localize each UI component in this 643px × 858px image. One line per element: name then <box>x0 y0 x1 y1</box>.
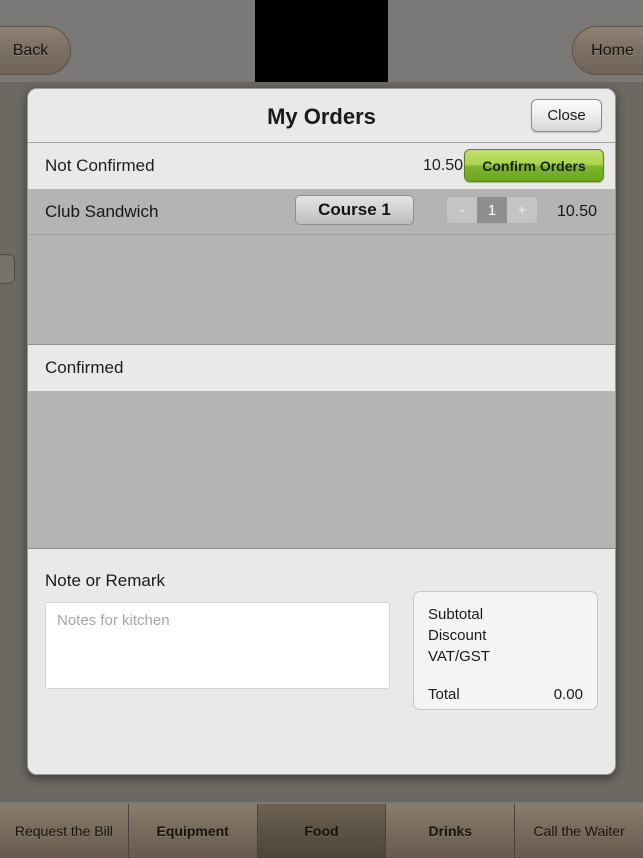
note-section-title: Note or Remark <box>45 571 165 590</box>
table-row[interactable]: Club Sandwich Course 1 - 1 + 10.50 <box>28 190 615 235</box>
not-confirmed-header: Not Confirmed 10.50 Confirm Orders <box>28 143 615 190</box>
minus-icon: - <box>459 201 465 219</box>
app-screen: Back Home My Orders Close Not Confirmed … <box>0 0 643 858</box>
discount-label: Discount <box>428 627 487 644</box>
black-display-panel <box>255 0 388 82</box>
quantity-value: 1 <box>477 197 507 223</box>
close-button[interactable]: Close <box>531 99 602 132</box>
note-input[interactable] <box>45 602 390 689</box>
background-partial-button <box>0 254 15 284</box>
confirm-orders-button[interactable]: Confirm Orders <box>464 149 604 182</box>
totals-row-subtotal: Subtotal <box>428 604 583 625</box>
totals-row-discount: Discount <box>428 625 583 646</box>
confirm-orders-label: Confirm Orders <box>482 157 586 174</box>
page-title: My Orders <box>267 104 376 129</box>
dialog-header: My Orders Close <box>28 89 615 143</box>
total-label: Total <box>428 686 460 703</box>
quantity-decrement-button[interactable]: - <box>447 197 477 223</box>
tab-food[interactable]: Food <box>257 804 387 858</box>
not-confirmed-order-list[interactable]: Club Sandwich Course 1 - 1 + 10.50 <box>28 190 615 345</box>
total-value: 0.00 <box>553 686 583 703</box>
home-button-label: Home <box>591 41 634 59</box>
my-orders-dialog: My Orders Close Not Confirmed 10.50 Conf… <box>27 88 616 775</box>
order-item-price: 10.50 <box>556 203 597 220</box>
plus-icon: + <box>517 201 527 219</box>
home-button[interactable]: Home <box>572 26 643 75</box>
tab-label: Call the Waiter <box>533 823 625 839</box>
vat-label: VAT/GST <box>428 648 490 665</box>
tab-request-the-bill[interactable]: Request the Bill <box>0 804 129 858</box>
top-navigation-bar: Back Home <box>0 0 643 82</box>
tab-label: Food <box>304 823 339 839</box>
course-selector-label: Course 1 <box>318 200 391 219</box>
tab-drinks[interactable]: Drinks <box>386 804 516 858</box>
order-item-name: Club Sandwich <box>45 202 159 221</box>
back-button[interactable]: Back <box>0 26 71 75</box>
totals-row-vat: VAT/GST <box>428 646 583 667</box>
confirmed-label: Confirmed <box>45 358 124 377</box>
tab-label: Equipment <box>156 823 229 839</box>
tab-label: Request the Bill <box>14 823 113 839</box>
totals-row-total: Total 0.00 <box>428 684 583 705</box>
quantity-stepper[interactable]: - 1 + <box>446 196 538 224</box>
confirmed-header: Confirmed <box>28 345 615 392</box>
not-confirmed-amount: 10.50 <box>422 157 463 174</box>
note-and-totals-panel: Note or Remark Subtotal Discount VAT/GST… <box>28 549 615 774</box>
bottom-tab-bar: Request the Bill Equipment Food Drinks C… <box>0 804 643 858</box>
tab-equipment[interactable]: Equipment <box>128 804 258 858</box>
subtotal-label: Subtotal <box>428 606 484 623</box>
not-confirmed-label: Not Confirmed <box>45 156 155 175</box>
course-selector-button[interactable]: Course 1 <box>295 195 414 225</box>
back-button-label: Back <box>12 41 49 59</box>
confirmed-order-list[interactable] <box>28 392 615 549</box>
tab-label: Drinks <box>428 823 473 839</box>
tab-call-the-waiter[interactable]: Call the Waiter <box>515 804 643 858</box>
quantity-increment-button[interactable]: + <box>507 197 537 223</box>
close-button-label: Close <box>547 107 586 124</box>
totals-summary-box: Subtotal Discount VAT/GST Total 0.00 <box>413 591 598 710</box>
